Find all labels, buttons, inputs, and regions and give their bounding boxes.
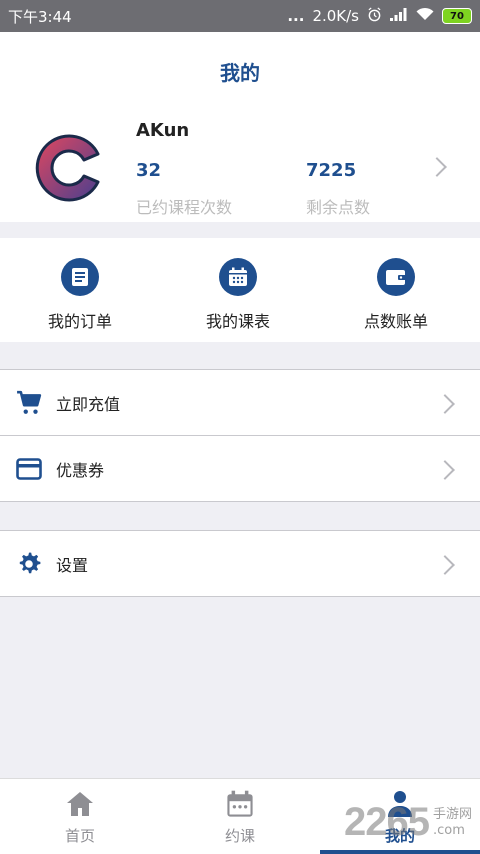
gear-icon [16, 551, 42, 577]
chevron-right-icon[interactable] [427, 157, 447, 177]
page-header: 我的 [0, 32, 480, 110]
wallet-icon [377, 258, 415, 296]
menu-item-coupon[interactable]: 优惠券 [0, 435, 480, 501]
quick-label-orders: 我的订单 [47, 312, 112, 331]
stat-points-count: 7225 [306, 160, 357, 181]
stat-booked-label: 已约课程次数 [136, 198, 233, 217]
menu-label-recharge: 立即充值 [56, 394, 121, 414]
status-bar: 下午3:44 ... 2.0K/s 70 [0, 0, 480, 32]
quick-item-points-bill[interactable]: 点数账单 [326, 258, 466, 332]
chevron-right-icon [435, 555, 455, 575]
menu-label-coupon: 优惠券 [56, 460, 105, 480]
signal-icon [390, 7, 408, 25]
watermark: 2265 手游网 .com [344, 800, 472, 845]
tab-home[interactable]: 首页 [0, 779, 160, 854]
menu-label-settings: 设置 [56, 555, 89, 575]
network-speed: 2.0K/s [312, 7, 359, 25]
card-icon [16, 456, 42, 482]
menu-item-settings[interactable]: 设置 [0, 531, 480, 596]
watermark-number: 2265 [344, 800, 430, 844]
status-icons: ... 2.0K/s 70 [287, 6, 472, 26]
stat-booked-count: 32 [136, 160, 162, 181]
avatar[interactable] [26, 124, 114, 212]
quick-label-points-bill: 点数账单 [363, 312, 428, 331]
watermark-line2: .com [432, 822, 465, 838]
menu-group-settings: 设置 [0, 530, 480, 597]
battery-level: 70 [450, 10, 464, 22]
status-dots: ... [287, 7, 305, 25]
alarm-icon [367, 6, 382, 26]
calendar-icon [225, 789, 255, 819]
page-title: 我的 [220, 60, 260, 85]
profile-card[interactable]: AKun 32 已约课程次数 7225 剩余点数 [0, 110, 480, 222]
battery-icon: 70 [442, 8, 472, 24]
quick-item-orders[interactable]: 我的订单 [10, 258, 150, 332]
stat-points-label: 剩余点数 [306, 198, 371, 217]
menu-item-recharge[interactable]: 立即充值 [0, 370, 480, 435]
tab-label-booking: 约课 [224, 827, 255, 845]
home-icon [65, 789, 95, 819]
quick-label-schedule: 我的课表 [205, 312, 270, 331]
status-time: 下午3:44 [8, 7, 72, 26]
username: AKun [136, 120, 190, 141]
tab-active-indicator [320, 850, 480, 854]
quick-actions: 我的订单 我的课表 点数账单 [0, 238, 480, 342]
chevron-right-icon [435, 460, 455, 480]
cart-icon [16, 390, 42, 416]
menu-group-payments: 立即充值 优惠券 [0, 369, 480, 502]
quick-item-schedule[interactable]: 我的课表 [168, 258, 308, 332]
chevron-right-icon [435, 394, 455, 414]
tab-label-home: 首页 [64, 827, 95, 845]
calendar-icon [219, 258, 257, 296]
watermark-text: 手游网 .com [433, 807, 472, 839]
order-icon [61, 258, 99, 296]
wifi-icon [416, 7, 434, 25]
tab-booking[interactable]: 约课 [160, 779, 320, 854]
watermark-line1: 手游网 [432, 806, 472, 822]
